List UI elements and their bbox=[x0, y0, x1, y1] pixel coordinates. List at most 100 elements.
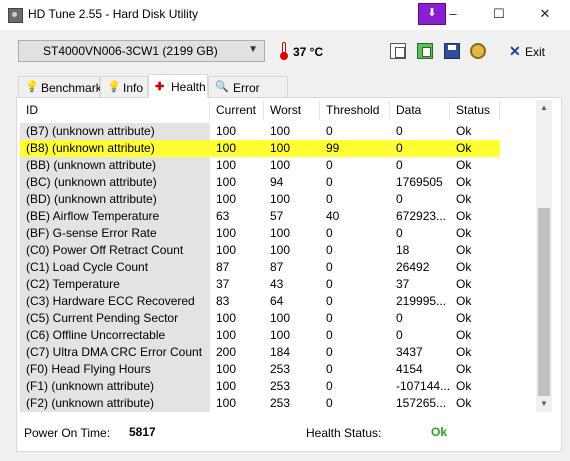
save-icon[interactable] bbox=[444, 43, 460, 59]
column-current[interactable]: Current bbox=[210, 100, 264, 120]
cell-threshold: 0 bbox=[326, 294, 333, 308]
cell-current: 100 bbox=[216, 379, 237, 393]
cell-status: Ok bbox=[450, 140, 500, 157]
copy-icon[interactable] bbox=[390, 43, 406, 59]
tab-info-label: Info bbox=[123, 81, 144, 95]
cell-data: 26492 bbox=[396, 260, 430, 274]
table-row[interactable]: (C1) Load Cycle Count 87 87 0 26492 Ok bbox=[20, 259, 536, 276]
maximize-button[interactable]: ☐ bbox=[476, 4, 522, 24]
table-row[interactable]: (C6) Offline Uncorrectable 100 100 0 0 Ok bbox=[20, 327, 536, 344]
table-row[interactable]: (BE) Airflow Temperature 63 57 40 672923... O… bbox=[20, 208, 536, 225]
health-status-value: Ok bbox=[431, 425, 448, 439]
cell-status: Ok bbox=[456, 124, 472, 138]
scroll-up-icon[interactable]: ▲ bbox=[536, 100, 552, 116]
cell-worst: 87 bbox=[270, 260, 284, 274]
cell-status: Ok bbox=[456, 209, 472, 223]
column-data[interactable]: Data bbox=[390, 100, 450, 120]
minimize-button[interactable]: – bbox=[430, 4, 476, 24]
cell-threshold: 0 bbox=[326, 243, 333, 257]
table-row[interactable]: (C7) Ultra DMA CRC Error Count 200 184 0 343… bbox=[20, 344, 536, 361]
table-row[interactable]: (F2) (unknown attribute) 100 253 0 157265...… bbox=[20, 395, 536, 412]
table-row[interactable]: (BF) G-sense Error Rate 100 100 0 0 Ok bbox=[20, 225, 536, 242]
table-row[interactable]: (BB) (unknown attribute) 100 100 0 0 Ok bbox=[20, 157, 536, 174]
column-threshold[interactable]: Threshold bbox=[320, 100, 390, 120]
cell-data: 1769505 bbox=[396, 175, 443, 189]
cell-id: (C1) Load Cycle Count bbox=[20, 259, 210, 276]
info-icon: 💡 bbox=[107, 81, 121, 93]
cell-worst: 100 bbox=[264, 140, 320, 157]
table-row[interactable]: (BD) (unknown attribute) 100 100 0 0 Ok bbox=[20, 191, 536, 208]
tab-info[interactable]: 💡 Info bbox=[100, 76, 148, 97]
cell-status: Ok bbox=[456, 192, 472, 206]
cell-current: 100 bbox=[216, 396, 237, 410]
power-on-value: 5817 bbox=[129, 425, 156, 439]
cell-data: 0 bbox=[396, 158, 403, 172]
power-on-label: Power On Time: bbox=[24, 426, 111, 440]
cell-current: 100 bbox=[216, 311, 237, 325]
cell-current: 200 bbox=[216, 345, 237, 359]
cell-threshold: 0 bbox=[326, 311, 333, 325]
cell-id: (C0) Power Off Retract Count bbox=[20, 242, 210, 259]
tab-health-label: Health bbox=[171, 80, 206, 94]
cell-id: (C5) Current Pending Sector bbox=[20, 310, 210, 327]
options-icon[interactable] bbox=[470, 43, 486, 59]
table-row[interactable]: (C5) Current Pending Sector 100 100 0 0 Ok bbox=[20, 310, 536, 327]
cell-data: 0 bbox=[396, 124, 403, 138]
status-bar: Power On Time: 5817 Health Status: Ok bbox=[0, 420, 570, 444]
cell-current: 83 bbox=[216, 294, 230, 308]
table-row[interactable]: (C0) Power Off Retract Count 100 100 0 18 Ok bbox=[20, 242, 536, 259]
cell-threshold: 0 bbox=[326, 277, 333, 291]
cell-status: Ok bbox=[456, 243, 472, 257]
cell-data: 0 bbox=[396, 328, 403, 342]
cell-status: Ok bbox=[456, 362, 472, 376]
tab-health[interactable]: ✚ Health bbox=[148, 74, 208, 98]
cell-data: -107144... bbox=[396, 379, 450, 393]
table-row[interactable]: (B7) (unknown attribute) 100 100 0 0 Ok bbox=[20, 123, 536, 140]
vertical-scrollbar[interactable]: ▲ ▼ bbox=[536, 100, 552, 412]
cell-worst: 100 bbox=[270, 328, 291, 342]
column-status[interactable]: Status bbox=[450, 100, 500, 120]
temperature-value: 37 °C bbox=[293, 45, 324, 59]
cell-status: Ok bbox=[456, 226, 472, 240]
table-row[interactable]: (C2) Temperature 37 43 0 37 Ok bbox=[20, 276, 536, 293]
cell-id: (B8) (unknown attribute) bbox=[20, 140, 210, 157]
scroll-down-icon[interactable]: ▼ bbox=[536, 396, 552, 412]
chevron-down-icon: ▼ bbox=[248, 44, 258, 55]
cell-current: 87 bbox=[216, 260, 230, 274]
scroll-thumb[interactable] bbox=[538, 208, 550, 396]
cell-status: Ok bbox=[456, 396, 472, 410]
cell-status: Ok bbox=[456, 311, 472, 325]
exit-icon: ✕ bbox=[509, 43, 521, 59]
tab-error-scan[interactable]: 🔍 Error Scan bbox=[208, 76, 288, 109]
app-icon bbox=[8, 8, 23, 23]
table-row[interactable]: (F1) (unknown attribute) 100 253 0 -107144..… bbox=[20, 378, 536, 395]
cell-status: Ok bbox=[456, 328, 472, 342]
column-worst[interactable]: Worst bbox=[264, 100, 320, 120]
cell-worst: 94 bbox=[270, 175, 284, 189]
drive-select[interactable]: ST4000VN006-3CW1 (2199 GB) ▼ bbox=[18, 40, 265, 62]
cell-status: Ok bbox=[456, 379, 472, 393]
cell-worst: 100 bbox=[270, 124, 291, 138]
cell-worst: 100 bbox=[270, 158, 291, 172]
exit-button[interactable]: ✕ Exit bbox=[503, 40, 550, 64]
cell-status: Ok bbox=[456, 345, 472, 359]
column-id[interactable]: ID bbox=[20, 100, 210, 120]
cell-status: Ok bbox=[456, 175, 472, 189]
cell-current: 100 bbox=[210, 140, 264, 157]
close-button[interactable]: ✕ bbox=[522, 4, 568, 24]
tab-benchmark[interactable]: 💡 Benchmark bbox=[18, 76, 102, 97]
copy-green-icon[interactable] bbox=[417, 43, 433, 59]
cell-worst: 57 bbox=[270, 209, 284, 223]
cell-id: (B7) (unknown attribute) bbox=[20, 123, 210, 140]
table-row[interactable]: (B8) (unknown attribute) 100 100 99 0 Ok bbox=[20, 140, 536, 157]
smart-table[interactable]: ID Current Worst Threshold Data Status (… bbox=[20, 100, 536, 412]
cell-current: 37 bbox=[216, 277, 230, 291]
cell-threshold: 0 bbox=[326, 362, 333, 376]
cell-data: 0 bbox=[390, 140, 450, 157]
table-row[interactable]: (C3) Hardware ECC Recovered 83 64 0 219995..… bbox=[20, 293, 536, 310]
title-bar[interactable]: HD Tune 2.55 - Hard Disk Utility ⬇ – ☐ ✕ bbox=[0, 0, 570, 30]
table-row[interactable]: (F0) Head Flying Hours 100 253 0 4154 Ok bbox=[20, 361, 536, 378]
cell-threshold: 0 bbox=[326, 345, 333, 359]
table-row[interactable]: (BC) (unknown attribute) 100 94 0 1769505 Ok bbox=[20, 174, 536, 191]
health-status-label: Health Status: bbox=[306, 426, 382, 440]
